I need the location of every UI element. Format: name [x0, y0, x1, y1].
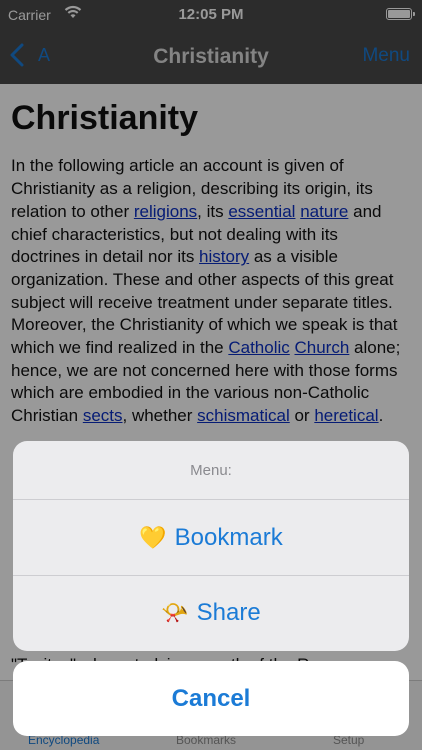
- bookmark-label: Bookmark: [174, 523, 283, 551]
- horn-icon: 📯: [161, 600, 189, 625]
- heart-icon: 💛: [139, 524, 167, 550]
- share-action[interactable]: 📯 Share: [13, 575, 409, 650]
- action-sheet-title: Menu:: [13, 441, 409, 500]
- cancel-button[interactable]: Cancel: [13, 661, 409, 736]
- bookmark-action[interactable]: 💛 Bookmark: [13, 500, 409, 575]
- action-sheet: Menu: 💛 Bookmark 📯 Share: [13, 441, 409, 651]
- share-label: Share: [196, 599, 261, 626]
